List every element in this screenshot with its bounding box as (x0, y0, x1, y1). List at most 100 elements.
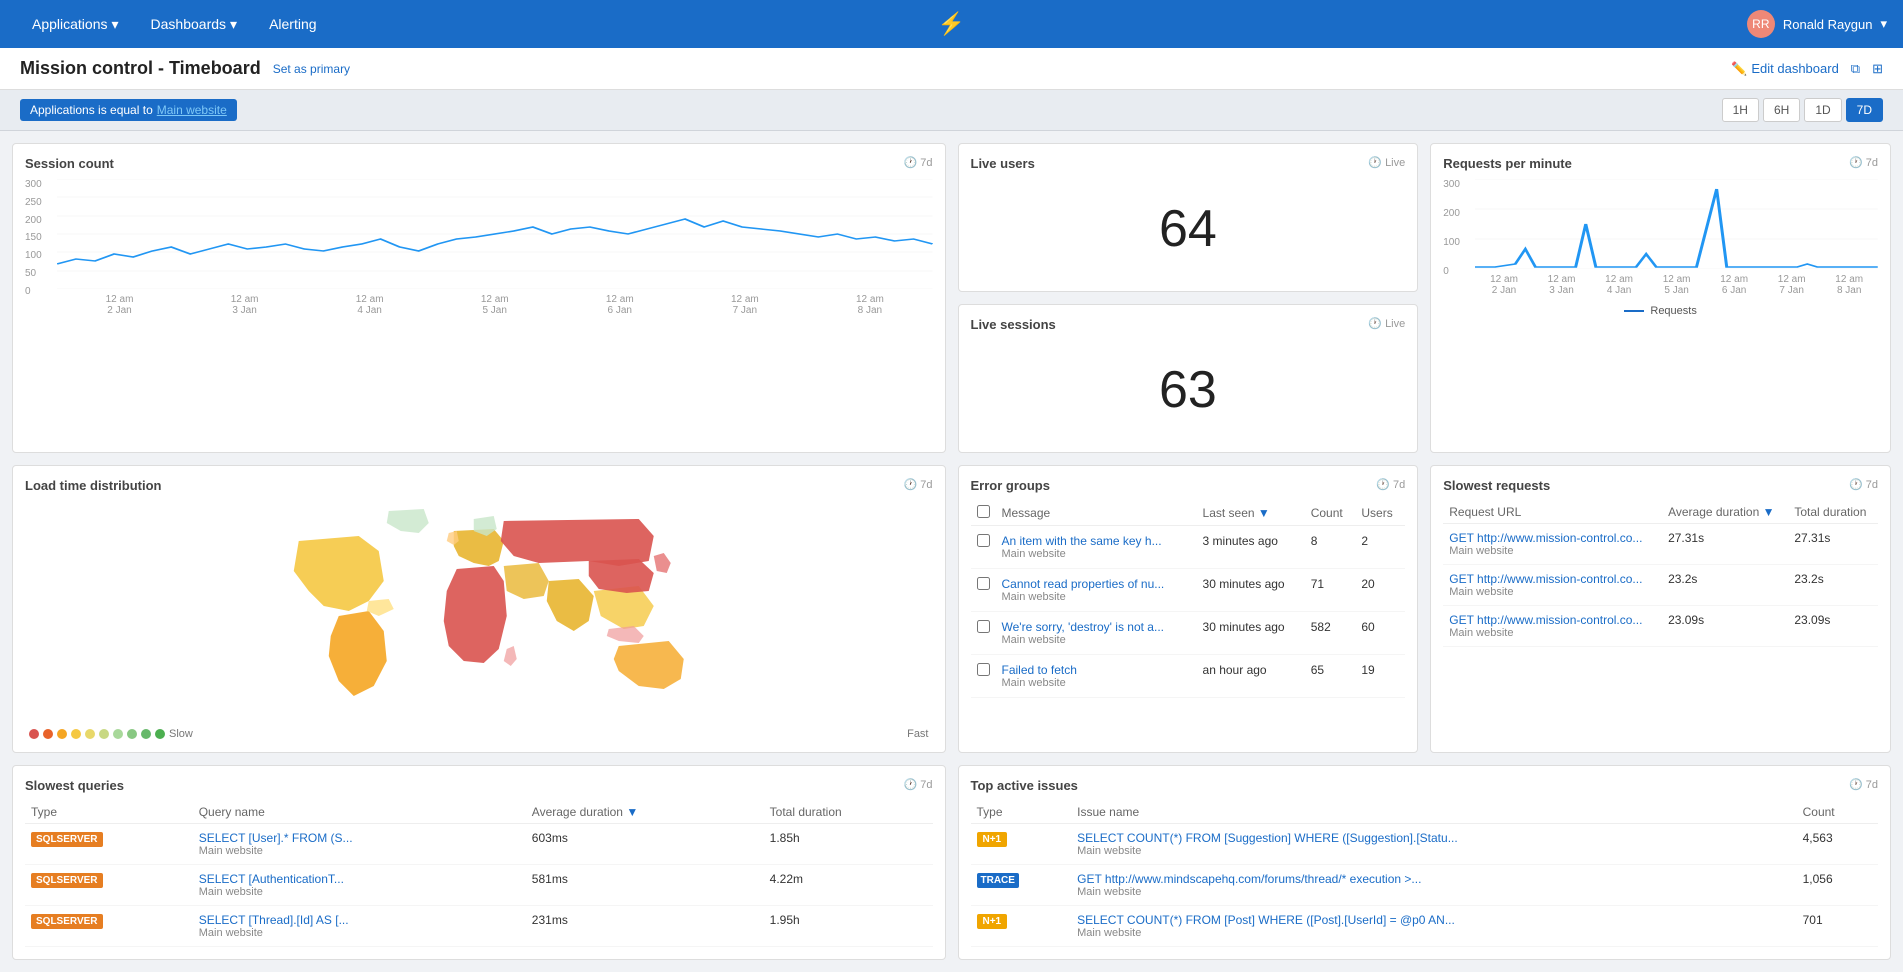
col-avg-dur[interactable]: Average duration ▼ (526, 801, 764, 824)
col-total-duration: Total duration (1788, 501, 1878, 524)
live-sessions-card: Live sessions 🕐 Live 63 (958, 304, 1419, 453)
request-site: Main website (1449, 586, 1656, 598)
request-total: 27.31s (1788, 524, 1878, 565)
live-sessions-badge: 🕐 Live (1368, 317, 1405, 330)
slowest-queries-badge: 🕐 7d (904, 778, 933, 791)
error-groups-title: Error groups (971, 478, 1406, 493)
live-users-title: Live users (971, 156, 1406, 171)
top-active-issues-card: Top active issues 🕐 7d Type Issue name C… (958, 765, 1892, 960)
col-last-seen[interactable]: Last seen ▼ (1197, 501, 1305, 526)
query-total: 1.95h (764, 906, 933, 947)
nav-dashboards-label: Dashboards (151, 16, 227, 32)
request-total: 23.2s (1788, 565, 1878, 606)
query-type-badge: SQLSERVER (31, 914, 103, 929)
col-avg-duration[interactable]: Average duration ▼ (1662, 501, 1788, 524)
nav-alerting[interactable]: Alerting (253, 0, 332, 48)
filter-tag[interactable]: Applications is equal to Main website (20, 99, 237, 121)
error-message-link[interactable]: Cannot read properties of nu... (1002, 577, 1165, 591)
query-name-link[interactable]: SELECT [Thread].[Id] AS [... (199, 913, 349, 927)
col-issue-type: Type (971, 801, 1072, 824)
nav-dashboards[interactable]: Dashboards ▾ (135, 0, 254, 48)
query-site: Main website (199, 845, 520, 857)
issue-name-link[interactable]: SELECT COUNT(*) FROM [Suggestion] WHERE … (1077, 831, 1458, 845)
edit-dashboard-button[interactable]: ✏️ Edit dashboard (1731, 61, 1839, 77)
live-sessions-title: Live sessions (971, 317, 1406, 332)
live-sessions-badge-text: Live (1385, 318, 1405, 330)
world-map-svg (25, 501, 933, 721)
top-active-issues-title: Top active issues (971, 778, 1879, 793)
slowest-queries-card: Slowest queries 🕐 7d Type Query name Ave… (12, 765, 946, 960)
error-message-link[interactable]: Failed to fetch (1002, 663, 1077, 677)
live-sessions-value: 63 (971, 340, 1406, 440)
slowest-requests-table: Request URL Average duration ▼ Total dur… (1443, 501, 1878, 647)
col-type: Type (25, 801, 193, 824)
error-count: 71 (1305, 569, 1356, 612)
top-active-issues-badge: 🕐 7d (1849, 778, 1878, 791)
live-panels: Live users 🕐 Live 64 Live sessions 🕐 Liv… (958, 143, 1419, 453)
session-count-title: Session count (25, 156, 933, 171)
error-count: 65 (1305, 655, 1356, 698)
col-message: Message (996, 501, 1197, 526)
external-icon[interactable]: ⊞ (1872, 61, 1883, 77)
issue-name-link[interactable]: SELECT COUNT(*) FROM [Post] WHERE ([Post… (1077, 913, 1455, 927)
request-site: Main website (1449, 545, 1656, 557)
clock-icon: 🕐 (904, 156, 918, 169)
filter-value[interactable]: Main website (157, 103, 227, 117)
query-name-link[interactable]: SELECT [User].* FROM (S... (199, 831, 353, 845)
session-count-badge-text: 7d (920, 157, 932, 169)
col-issue-name: Issue name (1071, 801, 1796, 824)
clock-icon: 🕐 (904, 778, 918, 791)
time-btn-1d[interactable]: 1D (1804, 98, 1841, 122)
nav-right: RR Ronald Raygun ▾ (1747, 10, 1887, 38)
issue-name-link[interactable]: GET http://www.mindscapehq.com/forums/th… (1077, 872, 1421, 886)
time-btn-1h[interactable]: 1H (1722, 98, 1759, 122)
copy-icon[interactable]: ⧉ (1851, 61, 1860, 77)
error-message-link[interactable]: We're sorry, 'destroy' is not a... (1002, 620, 1164, 634)
request-row: GET http://www.mission-control.co... Mai… (1443, 565, 1878, 606)
time-btn-6h[interactable]: 6H (1763, 98, 1800, 122)
error-users: 19 (1355, 655, 1405, 698)
error-checkbox[interactable] (977, 620, 990, 633)
requests-badge-text: 7d (1866, 157, 1878, 169)
error-checkbox[interactable] (977, 577, 990, 590)
issue-type-badge: TRACE (977, 873, 1019, 888)
time-btn-7d[interactable]: 7D (1846, 98, 1883, 122)
issue-count: 1,056 (1797, 865, 1878, 906)
error-last-seen: 30 minutes ago (1197, 612, 1305, 655)
error-groups-table: Message Last seen ▼ Count Users An item … (971, 501, 1406, 698)
error-message-link[interactable]: An item with the same key h... (1002, 534, 1162, 548)
query-total: 4.22m (764, 865, 933, 906)
slowest-requests-badge: 🕐 7d (1849, 478, 1878, 491)
request-total: 23.09s (1788, 606, 1878, 647)
load-time-badge-text: 7d (920, 479, 932, 491)
query-row: SQLSERVER SELECT [AuthenticationT... Mai… (25, 865, 933, 906)
session-count-chart (57, 179, 933, 289)
chevron-down-icon: ▾ (112, 16, 119, 33)
error-select-all[interactable] (977, 505, 990, 518)
clock-icon: 🕐 (1849, 156, 1863, 169)
request-url-link[interactable]: GET http://www.mission-control.co... (1449, 572, 1642, 586)
session-count-badge: 🕐 7d (904, 156, 933, 169)
col-request-url: Request URL (1443, 501, 1662, 524)
legend-slow: Slow (169, 728, 193, 740)
error-groups-badge-text: 7d (1393, 479, 1405, 491)
set-primary-link[interactable]: Set as primary (273, 62, 350, 76)
col-total-dur: Total duration (764, 801, 933, 824)
requests-title: Requests per minute (1443, 156, 1878, 171)
error-checkbox[interactable] (977, 534, 990, 547)
chevron-down-icon: ▾ (230, 16, 237, 33)
query-row: SQLSERVER SELECT [Thread].[Id] AS [... M… (25, 906, 933, 947)
issue-row: N+1 SELECT COUNT(*) FROM [Suggestion] WH… (971, 824, 1879, 865)
error-last-seen: 30 minutes ago (1197, 569, 1305, 612)
request-url-link[interactable]: GET http://www.mission-control.co... (1449, 613, 1642, 627)
query-name-link[interactable]: SELECT [AuthenticationT... (199, 872, 344, 886)
error-checkbox[interactable] (977, 663, 990, 676)
issue-count: 701 (1797, 906, 1878, 947)
requests-chart (1475, 179, 1878, 269)
request-url-link[interactable]: GET http://www.mission-control.co... (1449, 531, 1642, 545)
filter-bar: Applications is equal to Main website 1H… (0, 90, 1903, 131)
clock-icon: 🕐 (1849, 478, 1863, 491)
subheader: Mission control - Timeboard Set as prima… (0, 48, 1903, 90)
nav-applications[interactable]: Applications ▾ (16, 0, 135, 48)
request-row: GET http://www.mission-control.co... Mai… (1443, 524, 1878, 565)
